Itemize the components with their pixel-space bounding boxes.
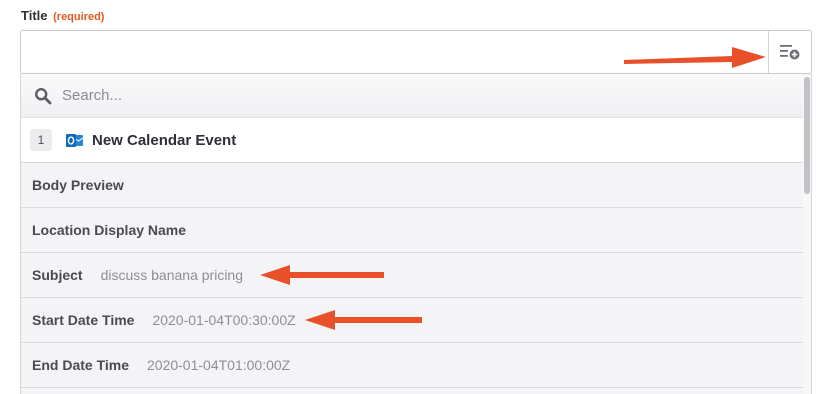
option-end-date-time[interactable]: End Date Time 2020-01-04T01:00:00Z [21, 343, 804, 388]
option-subject[interactable]: Subject discuss banana pricing [21, 253, 804, 298]
option-value: discuss banana pricing [100, 267, 243, 283]
scrollbar[interactable] [803, 74, 811, 394]
insert-data-button[interactable] [768, 31, 811, 73]
option-label: End Date Time [32, 357, 129, 373]
annotation-arrow-left-icon [260, 265, 384, 285]
step-title: New Calendar Event [92, 131, 237, 149]
option-value: 2020-01-04T01:00:00Z [147, 357, 291, 373]
option-label: Subject [32, 267, 83, 283]
annotation-arrow-right-icon [624, 47, 766, 68]
option-label: Location Display Name [32, 222, 187, 238]
field-label: Title (required) [21, 8, 104, 23]
outlook-icon [66, 133, 83, 147]
step-number-badge: 1 [30, 129, 52, 151]
required-indicator: (required) [53, 11, 105, 23]
scrollbar-thumb[interactable] [804, 77, 810, 194]
annotation-arrow-left-icon [305, 310, 422, 330]
field-label-text: Title [21, 8, 48, 23]
search-icon [34, 87, 52, 104]
option-location-display-name[interactable]: Location Display Name [21, 208, 804, 253]
insert-data-icon [780, 45, 800, 60]
option-label: Body Preview [32, 177, 124, 193]
search-input[interactable] [62, 87, 662, 104]
step-header: 1 New Calendar Event [21, 118, 804, 163]
option-body-preview[interactable]: Body Preview [21, 163, 804, 208]
search-bar [21, 74, 804, 118]
option-label: Start Date Time [32, 312, 135, 328]
option-value: 2020-01-04T00:30:00Z [152, 312, 296, 328]
field-options-dropdown: 1 New Calendar Event Body Preview Locati… [20, 74, 812, 394]
